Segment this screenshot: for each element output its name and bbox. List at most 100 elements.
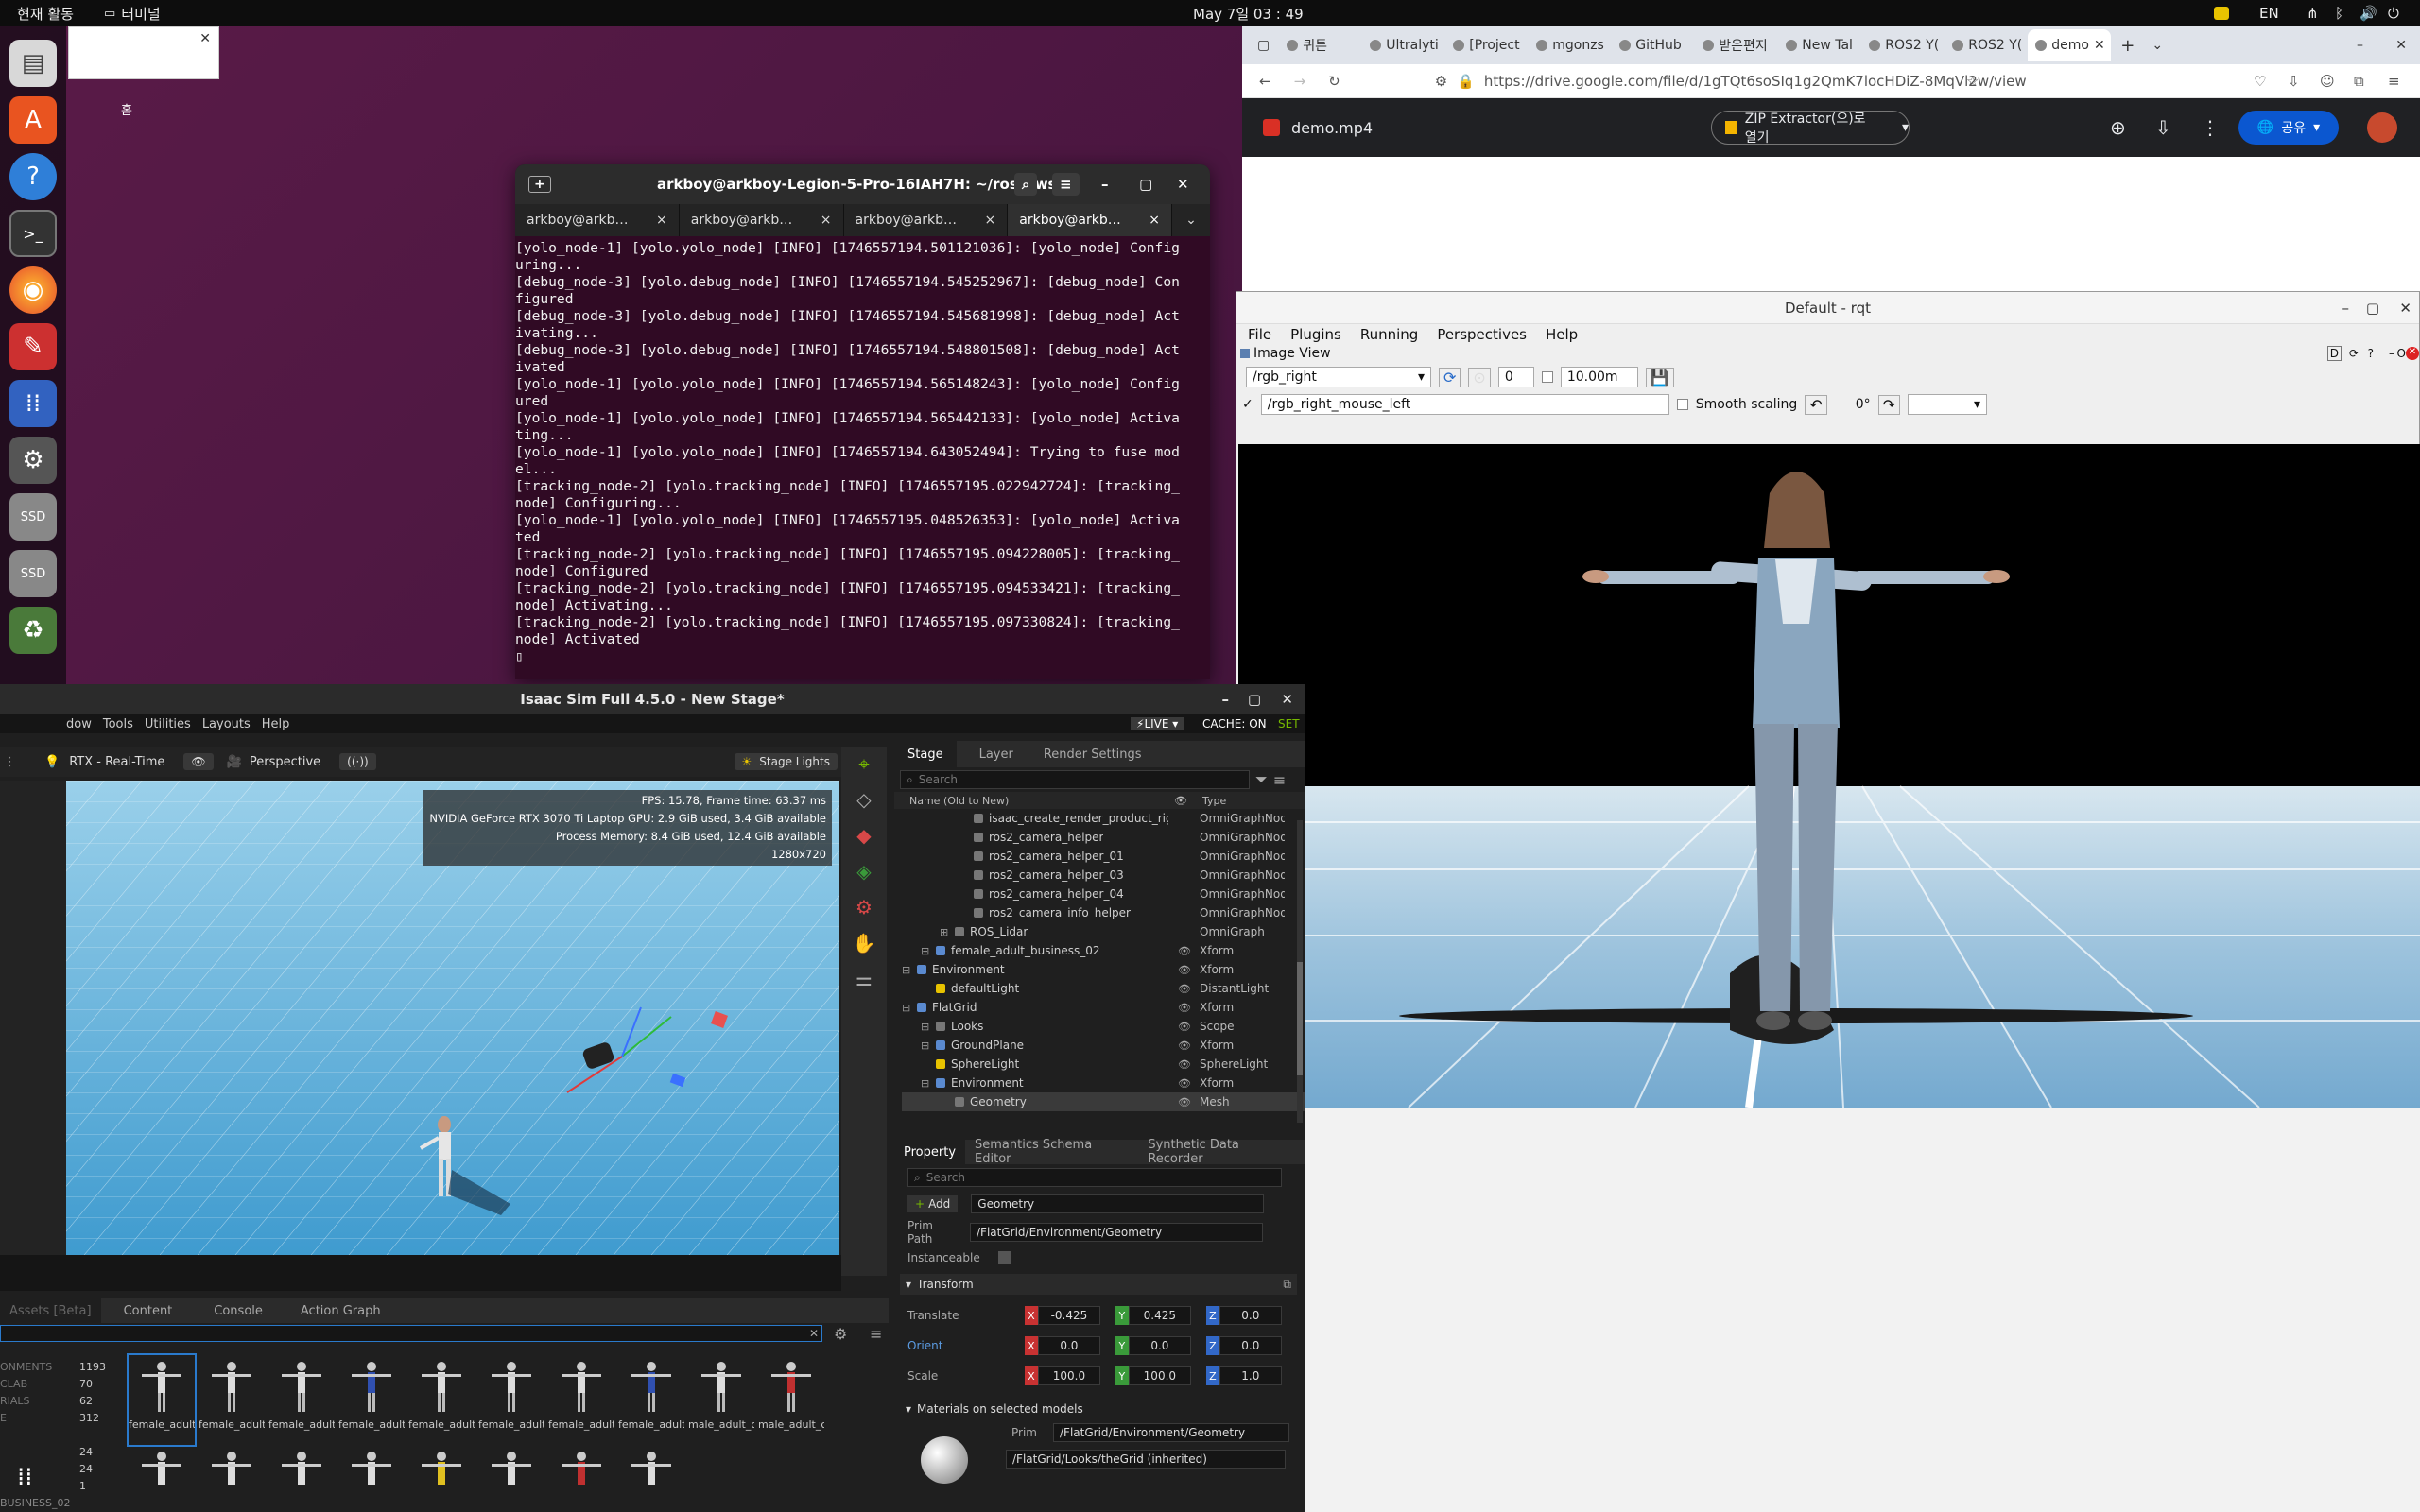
visibility-eye-icon[interactable]: 👁 [1178,964,1191,976]
asset-thumbnail[interactable] [338,1447,405,1485]
stage-tree-row[interactable]: ros2_camera_info_helper OmniGraphNode [902,903,1305,922]
menu-icon[interactable]: ≡ [2388,73,2400,90]
tab-layer[interactable]: Layer [957,747,1036,762]
minimize-icon[interactable]: – [2342,300,2350,317]
close-icon[interactable]: ✕ [1281,691,1293,708]
asset-thumbnail[interactable]: male_adult_cons...n_01 [688,1355,754,1445]
add-to-drive-icon[interactable]: ⊕ [2110,116,2126,139]
tab-action-graph[interactable]: Action Graph [282,1304,400,1318]
files-icon[interactable]: ▤ [9,40,57,87]
menu-file[interactable]: File [1248,326,1271,343]
asset-thumbnail[interactable] [548,1447,614,1485]
menu-tools[interactable]: Tools [103,717,133,731]
extensions-icon[interactable]: ⧉ [2354,73,2364,90]
stage-tree-row[interactable]: ros2_camera_helper_01 OmniGraphNode [902,847,1305,866]
save-image-icon[interactable]: 💾 [1645,367,1674,387]
expand-toggle-icon[interactable]: ⊞ [921,1021,932,1033]
column-name[interactable]: Name (Old to New) [909,795,1009,807]
filter-icon[interactable]: ⏷ [1255,770,1268,789]
move-tool-icon[interactable]: ◇ [856,788,871,811]
browser-tab[interactable]: 퀴튼 [1279,29,1362,61]
live-button[interactable]: ⚡LIVE ▾ [1131,717,1184,730]
download-icon[interactable]: ⇩ [2155,116,2171,139]
snap-settings-icon[interactable]: ⚌ [856,968,873,990]
menu-help[interactable]: Help [262,717,290,731]
asset-thumbnail[interactable]: female_adult_poli..._new [338,1355,405,1445]
stage-tree-row[interactable]: Geometry 👁 Mesh [902,1092,1305,1111]
stage-lights-button[interactable]: ☀ Stage Lights [734,753,838,770]
options-icon[interactable]: O [2397,347,2406,360]
category-row[interactable]: 24 [0,1444,93,1461]
materials-section-header[interactable]: ▾ Materials on selected models [900,1399,1297,1419]
terminal-output[interactable]: [yolo_node-1] [yolo.yolo_node] [INFO] [1… [515,236,1210,679]
stage-tree-row[interactable]: ros2_camera_helper_03 OmniGraphNode [902,866,1305,885]
stage-tree-row[interactable]: defaultLight 👁 DistantLight [902,979,1305,998]
bookmark-icon[interactable]: ☆ [1966,73,1979,90]
language-indicator[interactable]: EN [2259,5,2279,22]
back-icon[interactable]: ← [1259,73,1271,90]
visibility-eye-icon[interactable]: 👁 [1178,1040,1191,1052]
trash-icon[interactable]: ♻ [9,607,57,654]
avatar[interactable] [2367,112,2397,143]
gear-icon[interactable]: ⚙ [834,1325,847,1343]
browser-tab[interactable]: ROS2 Y( [1861,29,1945,61]
chevron-down-icon[interactable]: ⌄ [2152,38,2163,53]
browser-tab[interactable]: mgonzs [1529,29,1612,61]
pocket-icon[interactable]: ♡ [2254,73,2266,90]
network-icon[interactable]: ⋔ [2307,5,2319,22]
clock[interactable]: May 7일 03 : 49 [1193,4,1304,24]
rotate-left-icon[interactable]: ↶ [1805,394,1827,415]
browser-tab[interactable]: ROS2 Y( [1945,29,2028,61]
maximize-icon[interactable]: ▢ [1248,691,1261,708]
browser-tab[interactable]: 받은편지 [1695,29,1778,61]
site-settings-icon[interactable]: ⚙ [1435,73,1447,90]
software-center-icon[interactable]: A [9,96,57,144]
set-status[interactable]: SET [1278,717,1300,730]
material-binding-select[interactable]: /FlatGrid/Looks/theGrid (inherited) [1006,1450,1286,1469]
tab-semantics-schema-editor[interactable]: Semantics Schema Editor [965,1138,1138,1166]
stage-tree-row[interactable]: ⊞ ROS_Lidar OmniGraph [902,922,1305,941]
browser-tab[interactable]: [Project [1445,29,1529,61]
category-row[interactable]: RIALS 62 [0,1393,93,1410]
instanceable-checkbox[interactable] [998,1251,1011,1264]
volume-icon[interactable]: 🔊 [2360,5,2377,22]
orient-field-z[interactable]: 0.0 [1219,1336,1282,1355]
stage-tree-row[interactable]: ⊟ FlatGrid 👁 Xform [902,998,1305,1017]
eye-icon[interactable]: 👁 [183,753,214,770]
zoom-fit-icon[interactable]: ⊙ [1468,367,1491,387]
bluetooth-icon[interactable]: ᛒ [2335,5,2343,22]
minimize-icon[interactable]: – [1222,691,1230,708]
category-row[interactable]: CLAB 70 [0,1376,93,1393]
gear-icon[interactable]: ⚙ [856,896,873,919]
tab-render-settings[interactable]: Render Settings [1036,747,1150,762]
camera-select-button[interactable]: Perspective [250,755,320,769]
indicator-icon[interactable] [2214,7,2229,20]
tab-assets[interactable]: Assets [Beta] [0,1298,101,1323]
asset-thumbnail[interactable]: female_adult_police_02 [408,1355,475,1445]
active-app-label[interactable]: 터미널 [121,4,160,24]
refresh-topics-icon[interactable]: ⟳ [1439,367,1461,387]
reload-icon[interactable]: ↻ [1328,73,1340,90]
terminal-tab[interactable]: arkboy@arkb… × [515,204,680,236]
power-icon[interactable]: ⏻ [2388,5,2399,22]
close-icon[interactable]: ✕ [1177,176,1189,193]
close-icon[interactable]: ✕ [2094,38,2105,53]
transform-section-header[interactable]: ▾ Transform ⧉ [900,1274,1297,1295]
browser-tab[interactable]: New Tal [1778,29,1861,61]
orient-field-x[interactable]: 0.0 [1037,1336,1101,1355]
terminal-tab[interactable]: arkboy@arkb… × [844,204,1009,236]
add-button[interactable]: + Add [908,1195,959,1212]
expand-toggle-icon[interactable]: ⊞ [940,926,951,938]
stage-tree-row[interactable]: ros2_camera_helper_04 OmniGraphNode [902,885,1305,903]
home-folder-label[interactable]: 홈 [121,100,132,118]
terminal-tab[interactable]: arkboy@arkb… × [680,204,844,236]
asset-thumbnail[interactable] [268,1447,335,1485]
cache-status[interactable]: CACHE: ON [1202,717,1267,730]
menu-perspectives[interactable]: Perspectives [1437,326,1527,343]
account-icon[interactable]: ☺ [2320,73,2335,90]
browser-tab[interactable]: GitHub [1612,29,1695,61]
minimize-icon[interactable]: – [1101,176,1109,193]
dock-badge[interactable]: D [2326,346,2342,361]
settings-icon[interactable]: ⋮ [4,755,16,769]
tab-overview-icon[interactable]: ▢ [1257,38,1270,53]
